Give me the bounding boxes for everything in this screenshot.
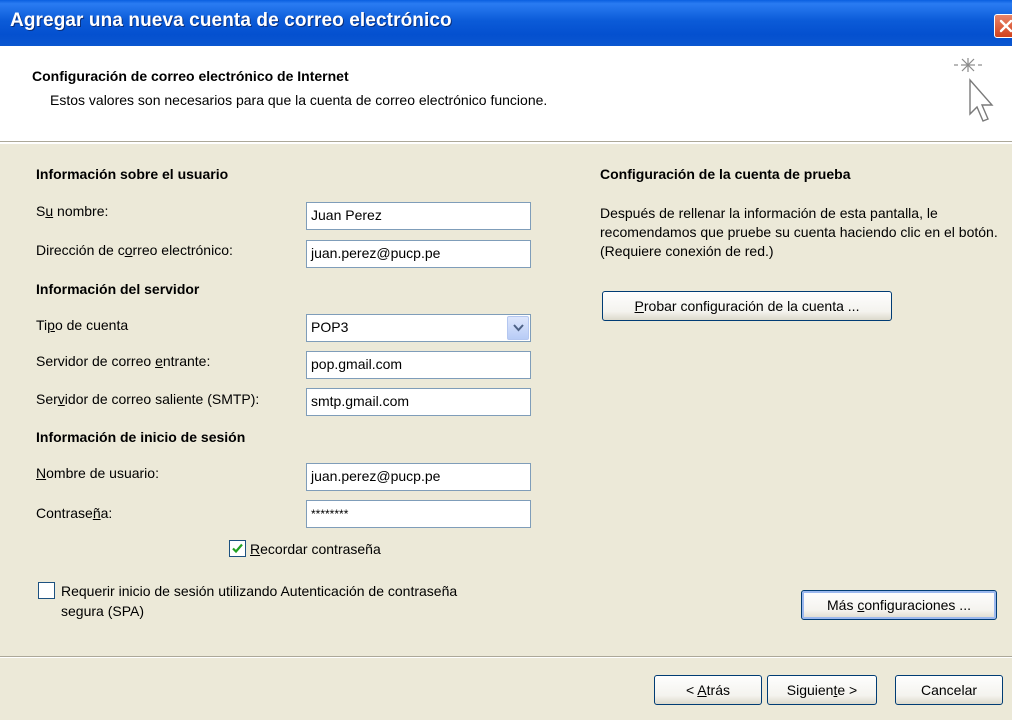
incoming-server-field[interactable]: pop.gmail.com xyxy=(306,351,531,379)
login-info-section-title: Información de inicio de sesión xyxy=(36,429,246,445)
username-field[interactable]: juan.perez@pucp.pe xyxy=(306,463,531,491)
username-label: Nombre de usuario: xyxy=(36,465,159,481)
remember-password-label[interactable]: Recordar contraseña xyxy=(250,541,381,557)
account-type-label: Tipo de cuenta xyxy=(36,317,129,333)
test-settings-description: Después de rellenar la información de es… xyxy=(600,205,998,259)
dialog-window: Agregar una nueva cuenta de correo elect… xyxy=(0,0,1012,720)
wizard-header: Configuración de correo electrónico de I… xyxy=(0,46,1012,142)
cancel-button[interactable]: Cancelar xyxy=(895,675,1003,705)
outgoing-server-field[interactable]: smtp.gmail.com xyxy=(306,388,531,416)
user-info-section-title: Información sobre el usuario xyxy=(36,166,229,182)
footer-divider-highlight xyxy=(0,657,1012,658)
close-button[interactable] xyxy=(994,14,1012,38)
title-bar[interactable]: Agregar una nueva cuenta de correo elect… xyxy=(0,0,1012,46)
incoming-server-label: Servidor de correo entrante: xyxy=(36,353,211,369)
outgoing-server-label: Servidor de correo saliente (SMTP): xyxy=(36,391,260,407)
account-type-value: POP3 xyxy=(311,319,349,335)
remember-password-checkbox[interactable] xyxy=(229,540,246,557)
window-title: Agregar una nueva cuenta de correo elect… xyxy=(10,10,452,31)
password-label: Contraseña: xyxy=(36,505,113,521)
more-settings-button[interactable]: Más configuraciones ... xyxy=(801,590,997,620)
name-field[interactable]: Juan Perez xyxy=(306,202,531,230)
password-field[interactable]: ******** xyxy=(306,500,531,528)
wizard-cursor-icon xyxy=(954,58,994,122)
server-info-section-title: Información del servidor xyxy=(36,281,200,297)
email-label: Dirección de correo electrónico: xyxy=(36,242,233,258)
next-button[interactable]: Siguiente > xyxy=(767,675,877,705)
back-button[interactable]: < Atrás xyxy=(654,675,762,705)
email-field[interactable]: juan.perez@pucp.pe xyxy=(306,240,531,268)
name-label: Su nombre: xyxy=(36,203,109,219)
test-account-settings-button[interactable]: Probar configuración de la cuenta ... xyxy=(602,291,892,321)
header-subtitle: Estos valores son necesarios para que la… xyxy=(50,92,548,108)
checkmark-icon xyxy=(232,543,243,554)
header-divider xyxy=(0,142,1012,144)
test-settings-section-title: Configuración de la cuenta de prueba xyxy=(600,166,851,182)
account-type-dropdown-button[interactable] xyxy=(507,316,529,340)
close-icon xyxy=(999,19,1012,33)
header-title: Configuración de correo electrónico de I… xyxy=(32,68,349,84)
spa-checkbox[interactable] xyxy=(38,582,55,599)
chevron-down-icon xyxy=(513,324,524,332)
spa-label[interactable]: Requerir inicio de sesión utilizando Aut… xyxy=(61,581,461,621)
account-type-select[interactable]: POP3 xyxy=(306,314,531,342)
